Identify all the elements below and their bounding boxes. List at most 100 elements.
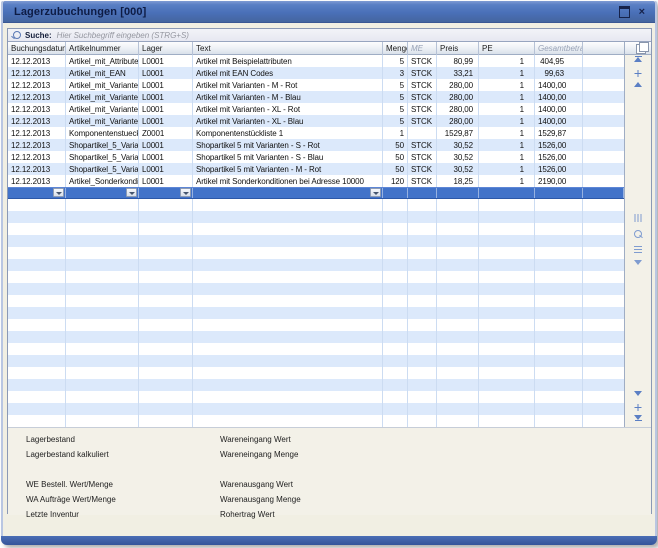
- empty-row[interactable]: [8, 247, 624, 259]
- cell-filler: [583, 415, 624, 427]
- cell-gesamtbetrag: [535, 415, 583, 427]
- scroll-down-icon[interactable]: [634, 391, 642, 396]
- table-row[interactable]: 12.12.2013Shopartikel_5_VariantL0001Shop…: [8, 139, 624, 151]
- scroll-to-bottom-icon[interactable]: [634, 415, 642, 421]
- cell-pe: 1: [479, 103, 535, 115]
- cell-lager: [139, 379, 193, 391]
- empty-row[interactable]: [8, 403, 624, 415]
- list-view-icon[interactable]: [634, 246, 642, 253]
- column-header-menge[interactable]: Menge: [383, 42, 408, 55]
- empty-row[interactable]: [8, 319, 624, 331]
- cell-gesamtbetrag: [535, 307, 583, 319]
- cell-menge: [383, 283, 408, 295]
- restore-icon[interactable]: [619, 6, 630, 18]
- column-header-buchungsdatum[interactable]: Buchungsdatum: [8, 42, 66, 55]
- column-header-artikelnummer[interactable]: Artikelnummer: [66, 42, 139, 55]
- cell-preis: [437, 355, 479, 367]
- empty-row[interactable]: [8, 271, 624, 283]
- cell-gesamtbetrag: 1526,00: [535, 139, 583, 151]
- add-row-bottom-icon[interactable]: [634, 403, 643, 412]
- cell-artikelnummer: [66, 307, 139, 319]
- cell-artikelnummer: [66, 415, 139, 427]
- empty-row[interactable]: [8, 283, 624, 295]
- cell-gesamtbetrag: [535, 223, 583, 235]
- search-input[interactable]: Suche: Hier Suchbegriff eingeben (STRG+S…: [8, 29, 651, 42]
- empty-row[interactable]: [8, 307, 624, 319]
- table-row[interactable]: 12.12.2013Shopartikel_5_VariantL0001Shop…: [8, 163, 624, 175]
- empty-row[interactable]: [8, 235, 624, 247]
- dropdown-button-lager[interactable]: [180, 188, 191, 197]
- cell-buchungsdatum: [8, 223, 66, 235]
- table-row[interactable]: 12.12.2013Artikel_mit_AttributenL0001Art…: [8, 55, 624, 67]
- copy-pages-icon[interactable]: [636, 44, 646, 54]
- cell-me: [408, 259, 437, 271]
- cell-artikelnummer: Artikel_mit_Attributen: [66, 55, 139, 67]
- table-row[interactable]: 12.12.2013Artikel_mit_Varianten.L0001Art…: [8, 103, 624, 115]
- cell-preis: 1529,87: [437, 127, 479, 139]
- cell-preis: [437, 307, 479, 319]
- empty-row[interactable]: [8, 295, 624, 307]
- splitter-grip-icon[interactable]: [635, 214, 642, 222]
- cell-pe: [479, 223, 535, 235]
- close-icon[interactable]: ×: [639, 7, 645, 17]
- column-header-preis[interactable]: Preis: [437, 42, 479, 55]
- empty-row[interactable]: [8, 355, 624, 367]
- table-row[interactable]: 12.12.2013Artikel_mit_Varianten.L0001Art…: [8, 115, 624, 127]
- cell-filler: [583, 103, 624, 115]
- empty-row[interactable]: [8, 223, 624, 235]
- empty-row[interactable]: [8, 211, 624, 223]
- cell-buchungsdatum: [8, 259, 66, 271]
- table-row[interactable]: 12.12.2013Artikel_mit_Varianten.L0001Art…: [8, 91, 624, 103]
- empty-row[interactable]: [8, 343, 624, 355]
- cell-menge: 1: [383, 127, 408, 139]
- filter-icon[interactable]: [634, 260, 642, 265]
- empty-row[interactable]: [8, 331, 624, 343]
- cell-artikelnummer: [66, 271, 139, 283]
- cell-pe: [479, 355, 535, 367]
- cell-menge: [383, 379, 408, 391]
- info-label-left-5: Letzte Inventur: [26, 510, 79, 519]
- info-label-right-0: Wareneingang Wert: [220, 435, 291, 444]
- cell-lager: L0001: [139, 79, 193, 91]
- cell-artikelnummer: [66, 331, 139, 343]
- column-header-text[interactable]: Text: [193, 42, 383, 55]
- zoom-search-icon[interactable]: [634, 230, 642, 238]
- add-row-icon[interactable]: [634, 69, 643, 78]
- empty-row[interactable]: [8, 367, 624, 379]
- table-row[interactable]: 12.12.2013Artikel_SonderkonditioL0001Art…: [8, 175, 624, 187]
- info-label-right-4: Warenausgang Menge: [220, 495, 301, 504]
- table-row[interactable]: 12.12.2013Artikel_mit_EANL0001Artikel mi…: [8, 67, 624, 79]
- empty-row[interactable]: [8, 259, 624, 271]
- entry-row-selected[interactable]: [8, 187, 624, 199]
- cell-gesamtbetrag: [535, 247, 583, 259]
- table-row[interactable]: 12.12.2013Shopartikel_5_VariantL0001Shop…: [8, 151, 624, 163]
- cell-text: [193, 235, 383, 247]
- cell-pe: 1: [479, 139, 535, 151]
- column-header-gesamtbetrag[interactable]: Gesamtbetrag: [535, 42, 583, 55]
- cell-gesamtbetrag: [535, 259, 583, 271]
- cell-buchungsdatum: 12.12.2013: [8, 115, 66, 127]
- empty-row[interactable]: [8, 199, 624, 211]
- column-header-pe[interactable]: PE: [479, 42, 535, 55]
- cell-artikelnummer: [66, 391, 139, 403]
- scroll-up-icon[interactable]: [634, 82, 642, 87]
- cell-menge: [383, 223, 408, 235]
- cell-me: [408, 199, 437, 211]
- cell-me: [408, 319, 437, 331]
- empty-row[interactable]: [8, 379, 624, 391]
- cell-menge: [383, 247, 408, 259]
- dropdown-button-buchungsdatum[interactable]: [53, 188, 64, 197]
- column-header-me[interactable]: ME: [408, 42, 437, 55]
- empty-row[interactable]: [8, 391, 624, 403]
- data-grid: BuchungsdatumArtikelnummerLagerTextMenge…: [8, 42, 625, 427]
- dropdown-button-artikelnummer[interactable]: [126, 188, 137, 197]
- scroll-to-top-icon[interactable]: [634, 56, 642, 62]
- dropdown-button-text[interactable]: [370, 188, 381, 197]
- cell-text: [193, 343, 383, 355]
- column-header-lager[interactable]: Lager: [139, 42, 193, 55]
- empty-row[interactable]: [8, 415, 624, 427]
- table-row[interactable]: 12.12.2013Artikel_mit_Varianten.L0001Art…: [8, 79, 624, 91]
- table-row[interactable]: 12.12.2013KomponentenstueckliZ0001Kompon…: [8, 127, 624, 139]
- window-bottom-frame: [1, 536, 657, 545]
- cell-preis: [437, 415, 479, 427]
